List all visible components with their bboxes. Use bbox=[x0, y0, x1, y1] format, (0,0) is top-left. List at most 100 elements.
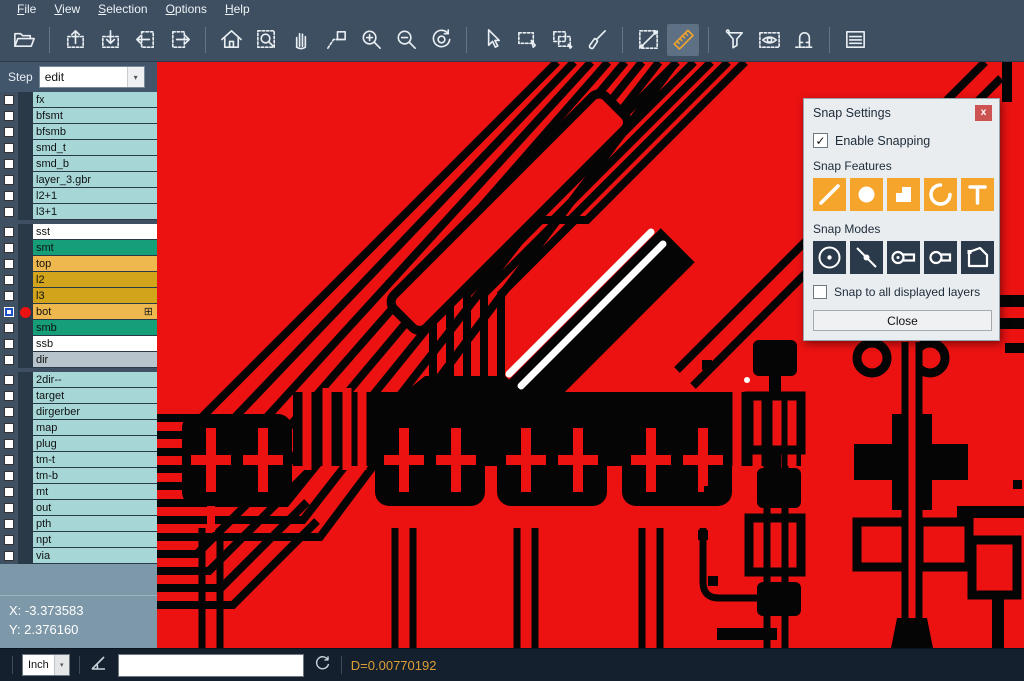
layer-row-via[interactable]: via bbox=[0, 548, 157, 564]
layer-checkbox-map[interactable] bbox=[4, 423, 14, 433]
layer-checkbox-l3+1[interactable] bbox=[4, 207, 14, 217]
layer-label[interactable]: dirgerber bbox=[33, 404, 157, 420]
layer-row-l3[interactable]: l3 bbox=[0, 288, 157, 304]
layer-label[interactable]: smd_t bbox=[33, 140, 157, 156]
layer-checkbox-2dir--[interactable] bbox=[4, 375, 14, 385]
layer-label[interactable]: smt bbox=[33, 240, 157, 256]
layer-label[interactable]: target bbox=[33, 388, 157, 404]
layer-row-ssb[interactable]: ssb bbox=[0, 336, 157, 352]
tool-select-rect-icon[interactable] bbox=[511, 24, 543, 56]
menu-file[interactable]: File bbox=[8, 0, 45, 18]
layer-row-bfsmt[interactable]: bfsmt bbox=[0, 108, 157, 124]
layer-checkbox-l2[interactable] bbox=[4, 275, 14, 285]
layer-row-bot[interactable]: bot⊞ bbox=[0, 304, 157, 320]
enable-snapping-checkbox[interactable]: ✓ bbox=[813, 133, 828, 148]
layer-label[interactable]: npt bbox=[33, 532, 157, 548]
layer-label[interactable]: map bbox=[33, 420, 157, 436]
layer-checkbox-fx[interactable] bbox=[4, 95, 14, 105]
snap-mode-point-on-line-icon[interactable] bbox=[850, 241, 883, 274]
layer-label[interactable]: bot⊞ bbox=[33, 304, 157, 320]
layer-row-l2+1[interactable]: l2+1 bbox=[0, 188, 157, 204]
layer-row-dir[interactable]: dir bbox=[0, 352, 157, 368]
menu-selection[interactable]: Selection bbox=[89, 0, 156, 18]
layer-row-l2[interactable]: l2 bbox=[0, 272, 157, 288]
tool-open-icon[interactable] bbox=[8, 24, 40, 56]
layer-label[interactable]: smb bbox=[33, 320, 157, 336]
layer-row-tm-t[interactable]: tm-t bbox=[0, 452, 157, 468]
layer-label[interactable]: l2 bbox=[33, 272, 157, 288]
layer-checkbox-plug[interactable] bbox=[4, 439, 14, 449]
layer-row-tm-b[interactable]: tm-b bbox=[0, 468, 157, 484]
layer-row-smt[interactable]: smt bbox=[0, 240, 157, 256]
menu-options[interactable]: Options bbox=[157, 0, 216, 18]
layer-label[interactable]: ssb bbox=[33, 336, 157, 352]
layer-row-top[interactable]: top bbox=[0, 256, 157, 272]
tool-layers-panel-icon[interactable] bbox=[839, 24, 871, 56]
tool-pan-icon[interactable] bbox=[285, 24, 317, 56]
tool-home-icon[interactable] bbox=[215, 24, 247, 56]
tool-zoom-window-icon[interactable] bbox=[250, 24, 282, 56]
layer-row-smd_b[interactable]: smd_b bbox=[0, 156, 157, 172]
tool-ruler-icon[interactable] bbox=[667, 24, 699, 56]
layer-label[interactable]: bfsmb bbox=[33, 124, 157, 140]
layer-row-sst[interactable]: sst bbox=[0, 224, 157, 240]
layer-label[interactable]: layer_3.gbr bbox=[33, 172, 157, 188]
tool-filter-icon[interactable] bbox=[718, 24, 750, 56]
layer-label[interactable]: mt bbox=[33, 484, 157, 500]
snap-mode-slot-right-icon[interactable] bbox=[924, 241, 957, 274]
tool-import-right-icon[interactable] bbox=[164, 24, 196, 56]
all-layers-checkbox[interactable] bbox=[813, 285, 827, 299]
unit-dropdown[interactable]: Inch ▾ bbox=[22, 654, 70, 676]
layer-label[interactable]: pth bbox=[33, 516, 157, 532]
layer-label[interactable]: sst bbox=[33, 224, 157, 240]
tool-select-icon[interactable] bbox=[476, 24, 508, 56]
layer-row-npt[interactable]: npt bbox=[0, 532, 157, 548]
tool-measure-line-icon[interactable] bbox=[632, 24, 664, 56]
layer-checkbox-tm-b[interactable] bbox=[4, 471, 14, 481]
layer-checkbox-smd_b[interactable] bbox=[4, 159, 14, 169]
layer-checkbox-npt[interactable] bbox=[4, 535, 14, 545]
layer-row-smb[interactable]: smb bbox=[0, 320, 157, 336]
chevron-down-icon[interactable]: ▾ bbox=[54, 655, 69, 675]
grid-icon[interactable]: ⊞ bbox=[144, 307, 153, 317]
layer-label[interactable]: tm-b bbox=[33, 468, 157, 484]
step-dropdown[interactable]: edit ▾ bbox=[39, 66, 145, 88]
layer-row-dirgerber[interactable]: dirgerber bbox=[0, 404, 157, 420]
layer-label[interactable]: l2+1 bbox=[33, 188, 157, 204]
menu-help[interactable]: Help bbox=[216, 0, 259, 18]
layer-row-target[interactable]: target bbox=[0, 388, 157, 404]
snap-feature-pad-icon[interactable] bbox=[850, 178, 883, 211]
layer-label[interactable]: dir bbox=[33, 352, 157, 368]
layer-checkbox-top[interactable] bbox=[4, 259, 14, 269]
layer-row-layer_3.gbr[interactable]: layer_3.gbr bbox=[0, 172, 157, 188]
layer-checkbox-bfsmt[interactable] bbox=[4, 111, 14, 121]
layer-checkbox-dirgerber[interactable] bbox=[4, 407, 14, 417]
tool-view-box-icon[interactable] bbox=[753, 24, 785, 56]
layer-checkbox-target[interactable] bbox=[4, 391, 14, 401]
snap-feature-text-icon[interactable] bbox=[961, 178, 994, 211]
close-button[interactable]: Close bbox=[813, 310, 992, 331]
layer-checkbox-via[interactable] bbox=[4, 551, 14, 561]
layer-checkbox-smb[interactable] bbox=[4, 323, 14, 333]
menu-view[interactable]: View bbox=[45, 0, 89, 18]
refresh-icon[interactable] bbox=[313, 653, 332, 677]
layer-checkbox-bfsmb[interactable] bbox=[4, 127, 14, 137]
tool-zoom-out-icon[interactable] bbox=[390, 24, 422, 56]
layer-row-mt[interactable]: mt bbox=[0, 484, 157, 500]
layer-checkbox-pth[interactable] bbox=[4, 519, 14, 529]
tool-snap-icon[interactable] bbox=[788, 24, 820, 56]
snap-mode-center-icon[interactable] bbox=[813, 241, 846, 274]
layer-label[interactable]: bfsmt bbox=[33, 108, 157, 124]
layer-label[interactable]: l3 bbox=[33, 288, 157, 304]
layer-label[interactable]: via bbox=[33, 548, 157, 564]
layer-checkbox-dir[interactable] bbox=[4, 355, 14, 365]
layer-row-bfsmb[interactable]: bfsmb bbox=[0, 124, 157, 140]
tool-zoom-reset-icon[interactable] bbox=[425, 24, 457, 56]
layer-row-l3+1[interactable]: l3+1 bbox=[0, 204, 157, 220]
tool-import-up-icon[interactable] bbox=[59, 24, 91, 56]
layer-checkbox-l2+1[interactable] bbox=[4, 191, 14, 201]
dialog-title-bar[interactable]: Snap Settings x bbox=[804, 99, 999, 126]
layer-row-plug[interactable]: plug bbox=[0, 436, 157, 452]
measure-input[interactable] bbox=[118, 654, 304, 677]
layer-checkbox-smd_t[interactable] bbox=[4, 143, 14, 153]
